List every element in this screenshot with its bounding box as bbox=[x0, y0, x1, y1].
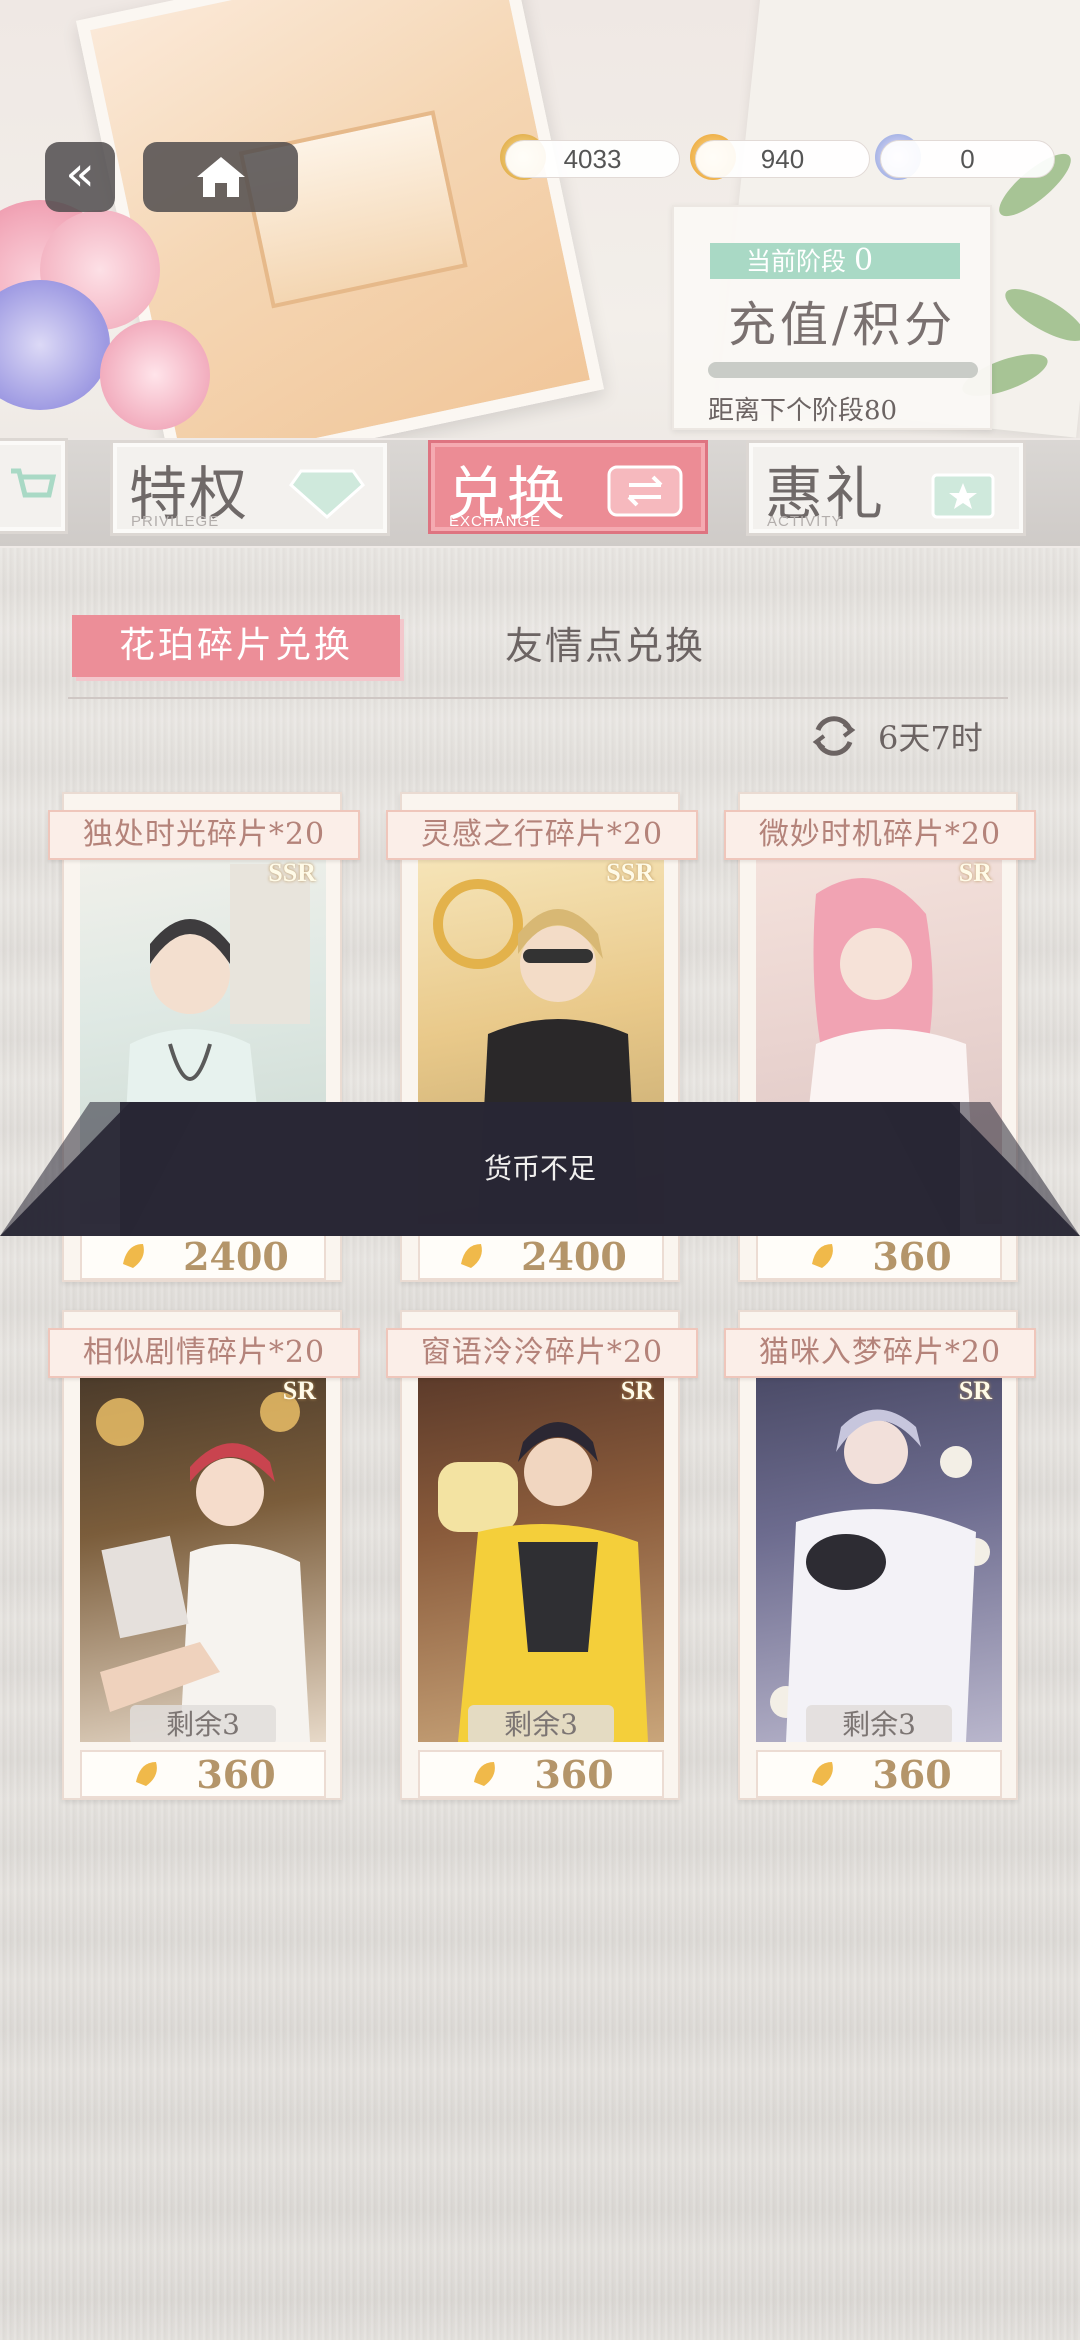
stage-number: 0 bbox=[854, 243, 874, 278]
toast-message: 货币不足 bbox=[483, 1152, 596, 1185]
diamond-icon bbox=[288, 469, 366, 520]
price-box[interactable]: 360 bbox=[756, 1750, 1002, 1798]
currency-diamond[interactable]: 0 bbox=[880, 140, 1055, 178]
card-title: 窗语泠泠碎片*20 bbox=[386, 1328, 698, 1378]
remaining-count: 剩余3 bbox=[468, 1705, 614, 1742]
character-illustration bbox=[96, 1392, 310, 1742]
rarity-badge: SR bbox=[620, 1376, 654, 1405]
stage-title: 充值/积分 bbox=[728, 297, 957, 353]
rarity-badge: SR bbox=[958, 1376, 992, 1405]
refresh-timer: 6天7时 bbox=[808, 710, 983, 762]
currency-gold-value: 4033 bbox=[563, 143, 622, 174]
card-art: SR 剩余3 bbox=[80, 1372, 326, 1742]
stage-label-text: 当前阶段 bbox=[746, 247, 847, 276]
exchange-ticket-icon bbox=[607, 465, 683, 517]
amber-coin-icon bbox=[812, 1244, 834, 1268]
price-value: 2400 bbox=[521, 1233, 627, 1279]
card-title: 独处时光碎片*20 bbox=[48, 810, 360, 860]
amber-coin-icon bbox=[474, 1762, 496, 1786]
refresh-icon bbox=[812, 716, 856, 756]
currency-stamina[interactable]: 940 bbox=[695, 140, 870, 178]
rarity-badge: SSR bbox=[606, 858, 654, 887]
character-illustration bbox=[770, 1409, 990, 1742]
stage-label: 当前阶段 0 bbox=[710, 243, 960, 279]
card-art: SR 剩余3 bbox=[418, 1372, 664, 1742]
currency-diamond-value: 0 bbox=[960, 143, 975, 174]
double-chevron-left-icon: « bbox=[65, 146, 95, 202]
currency-gold[interactable]: 4033 bbox=[505, 140, 680, 178]
price-box[interactable]: 360 bbox=[756, 1232, 1002, 1280]
exchange-card[interactable]: SR 剩余3 窗语泠泠碎片*20 360 bbox=[386, 1310, 698, 1800]
home-icon bbox=[196, 157, 245, 197]
price-value: 360 bbox=[872, 1751, 952, 1797]
price-box[interactable]: 2400 bbox=[418, 1232, 664, 1280]
price-box[interactable]: 2400 bbox=[80, 1232, 326, 1280]
card-title: 相似剧情碎片*20 bbox=[48, 1328, 360, 1378]
subtab-divider bbox=[68, 697, 1008, 699]
card-art: SR 剩余3 bbox=[756, 1372, 1002, 1742]
rarity-badge: SR bbox=[958, 858, 992, 887]
price-box[interactable]: 360 bbox=[80, 1750, 326, 1798]
card-title: 猫咪入梦碎片*20 bbox=[724, 1328, 1036, 1378]
tab-activity[interactable]: 惠礼 ACTIVITY bbox=[746, 440, 1026, 536]
stage-next-value: 80 bbox=[864, 396, 898, 426]
amber-coin-icon bbox=[461, 1244, 482, 1268]
remaining-count: 剩余3 bbox=[130, 1705, 276, 1742]
stage-progress-bar bbox=[708, 362, 978, 378]
stage-next-info: 距离下个阶段80 bbox=[708, 390, 897, 427]
price-box[interactable]: 360 bbox=[418, 1750, 664, 1798]
price-value: 360 bbox=[196, 1751, 276, 1797]
tab-cart[interactable] bbox=[0, 438, 68, 534]
home-button[interactable] bbox=[143, 142, 298, 212]
card-title: 灵感之行碎片*20 bbox=[386, 810, 698, 860]
character-illustration bbox=[438, 1422, 648, 1742]
rarity-badge: SSR bbox=[268, 858, 316, 887]
exchange-card[interactable]: SR 剩余3 相似剧情碎片*20 360 bbox=[48, 1310, 360, 1800]
amber-coin-icon bbox=[136, 1762, 158, 1786]
price-value: 360 bbox=[872, 1233, 952, 1279]
back-button[interactable]: « bbox=[45, 142, 115, 212]
remaining-count: 剩余3 bbox=[806, 1705, 952, 1742]
amber-coin-icon bbox=[123, 1244, 144, 1268]
gift-star-icon bbox=[931, 473, 995, 519]
currency-stamina-value: 940 bbox=[760, 143, 805, 174]
tab-exchange[interactable]: 兑换 EXCHANGE bbox=[428, 440, 708, 534]
cart-icon bbox=[11, 468, 57, 498]
card-title: 微妙时机碎片*20 bbox=[724, 810, 1036, 860]
amber-coin-icon bbox=[812, 1762, 834, 1786]
rarity-badge: SR bbox=[282, 1376, 316, 1405]
tab-exchange-sub: EXCHANGE bbox=[449, 513, 542, 530]
subtab-amber-fragment-exchange[interactable]: 花珀碎片兑换 bbox=[72, 615, 400, 677]
stage-panel[interactable]: 当前阶段 0 充值/积分 距离下个阶段80 bbox=[672, 205, 992, 430]
tab-privilege[interactable]: 特权 PRIVILEGE bbox=[110, 440, 390, 536]
price-value: 360 bbox=[534, 1751, 614, 1797]
tab-activity-sub: ACTIVITY bbox=[767, 513, 843, 530]
tab-privilege-sub: PRIVILEGE bbox=[131, 513, 220, 530]
refresh-time-text: 6天7时 bbox=[878, 719, 983, 757]
price-value: 2400 bbox=[183, 1233, 289, 1279]
stage-next-label: 距离下个阶段 bbox=[708, 396, 865, 426]
peony-flower bbox=[100, 320, 210, 430]
exchange-card[interactable]: SR 剩余3 猫咪入梦碎片*20 360 bbox=[724, 1310, 1036, 1800]
subtab-friendship-exchange[interactable]: 友情点兑换 bbox=[475, 615, 735, 677]
